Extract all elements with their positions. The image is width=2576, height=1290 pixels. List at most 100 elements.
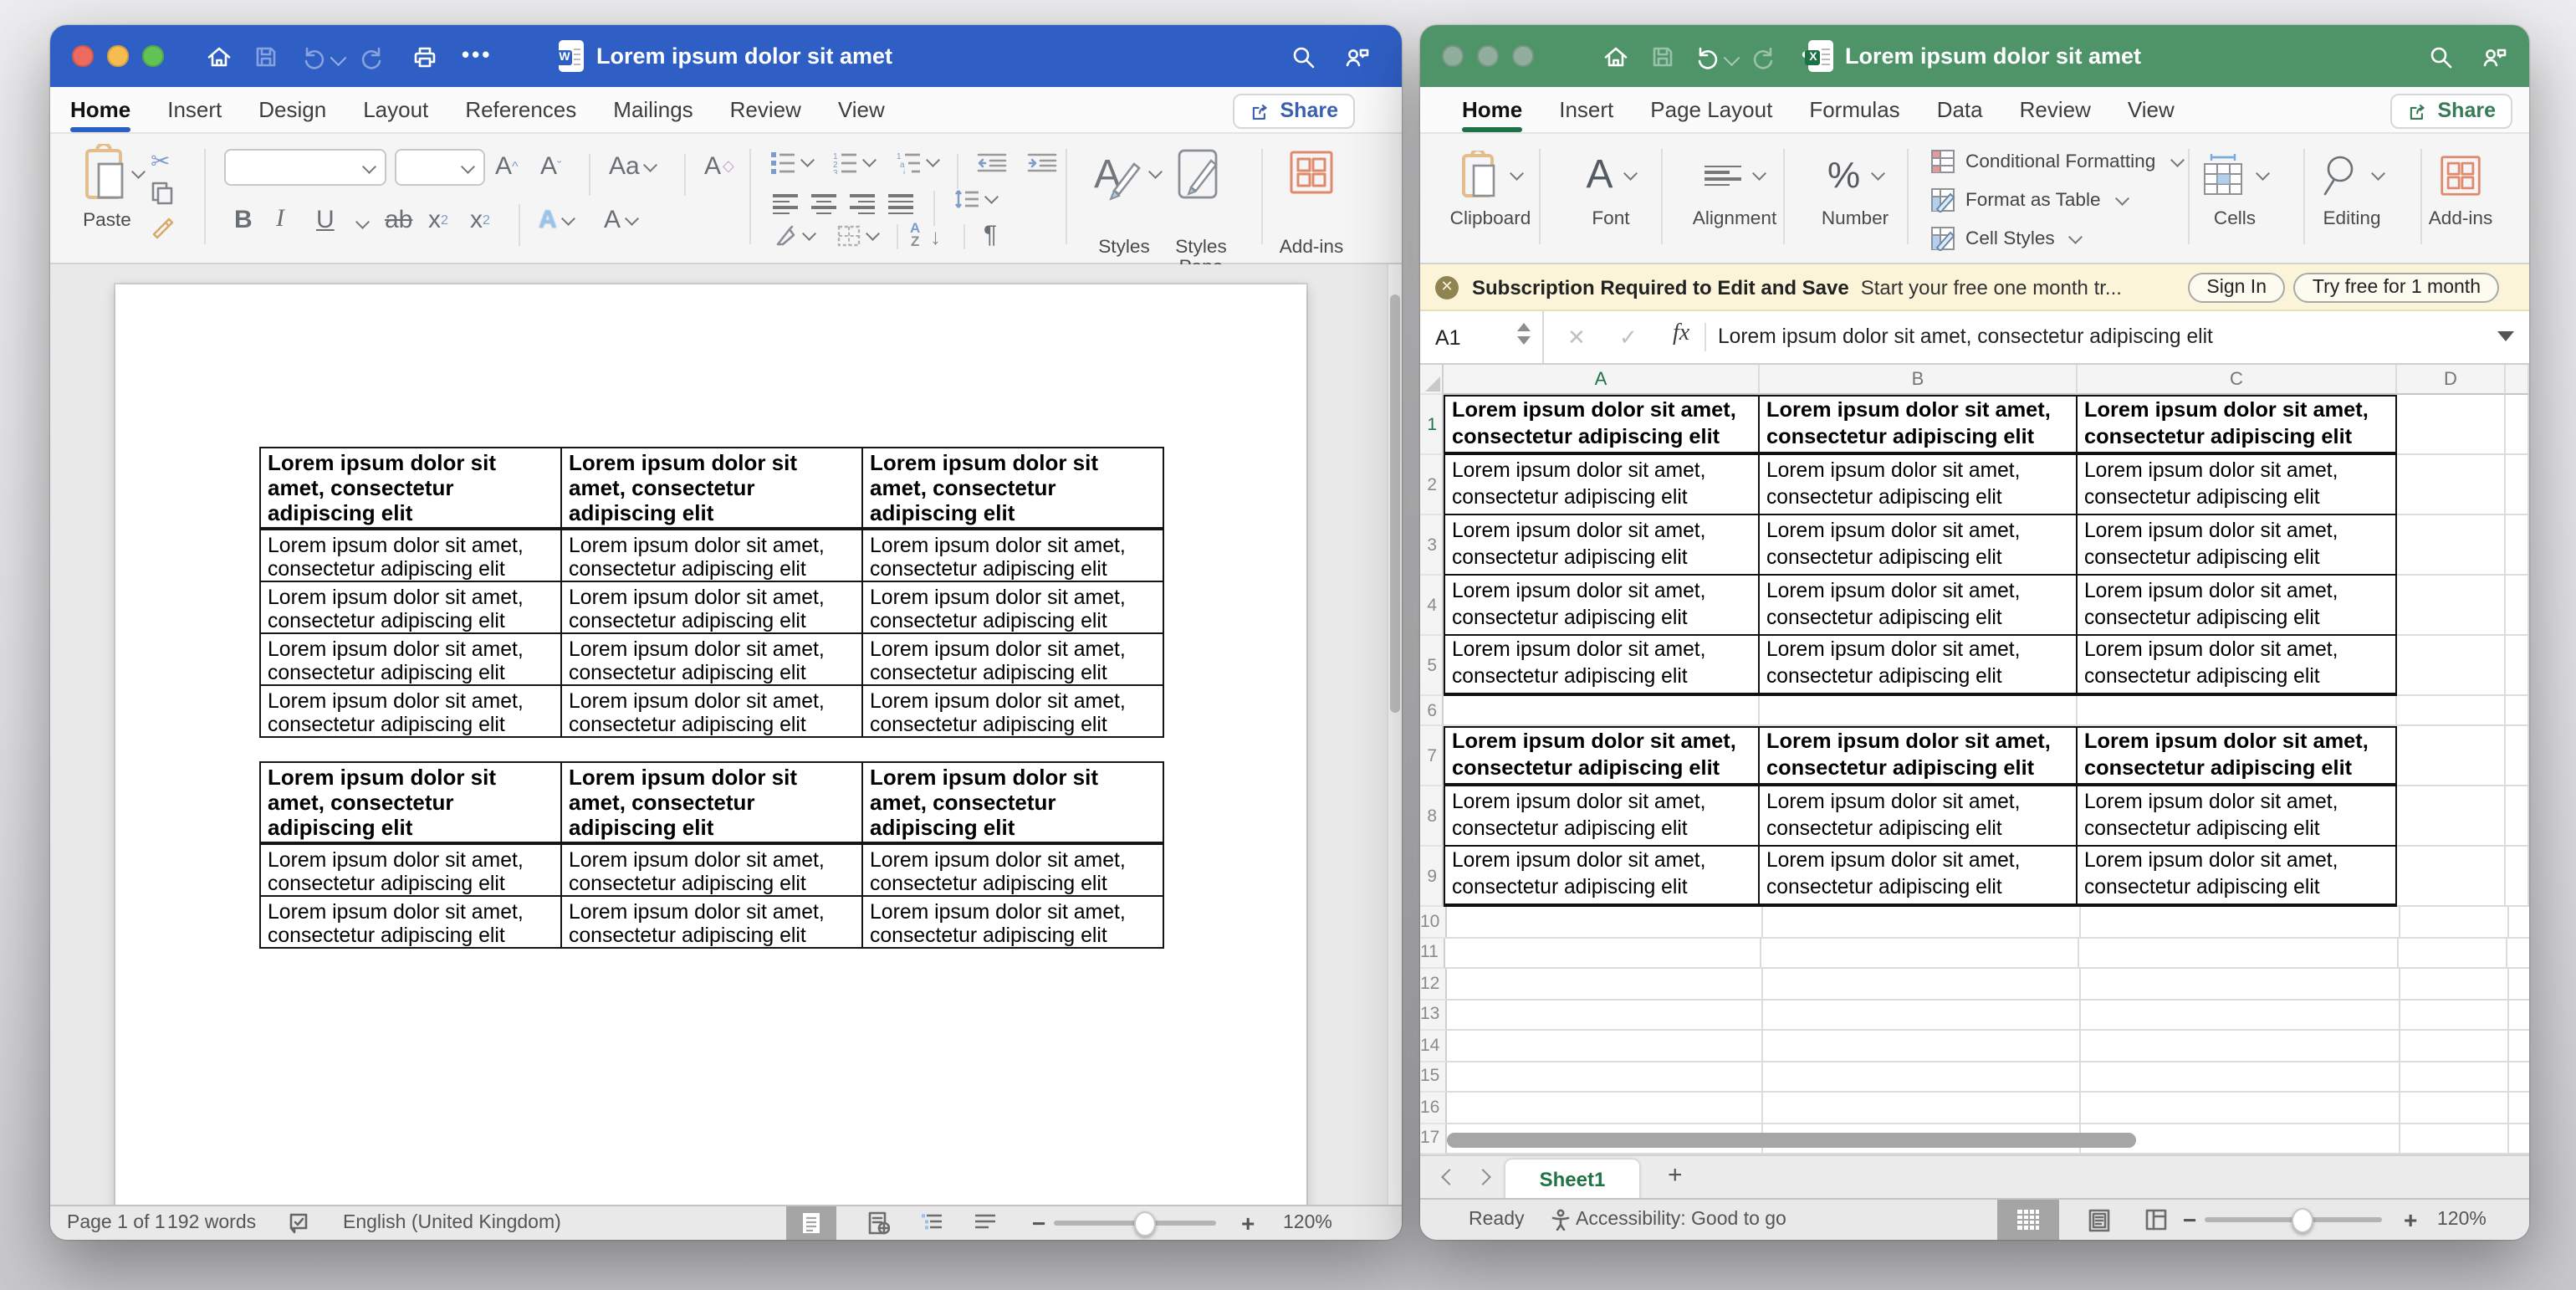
outline-view-button[interactable] — [917, 1206, 947, 1240]
pilcrow-button[interactable]: ¶ — [984, 221, 997, 249]
row-header-4[interactable]: 4 — [1420, 576, 1444, 636]
shading-button[interactable] — [773, 224, 814, 248]
formula-bar-expand-icon[interactable] — [2497, 331, 2514, 341]
cell-E8[interactable] — [2506, 786, 2529, 847]
word-table-cell[interactable]: Lorem ipsum dolor sit amet,consectetur a… — [862, 633, 1163, 685]
print-layout-view-button[interactable] — [786, 1206, 836, 1240]
column-header-c[interactable]: C — [2078, 365, 2397, 395]
superscript-button[interactable]: x2 — [470, 206, 490, 234]
excel-zoom-slider[interactable] — [2205, 1217, 2382, 1222]
excel-zoom-percent[interactable]: 120% — [2437, 1210, 2487, 1230]
text-effects-button[interactable]: A — [539, 206, 573, 234]
cell-B13[interactable] — [1762, 1000, 2080, 1031]
cell-B4[interactable]: Lorem ipsum dolor sit amet,consectetur a… — [1760, 576, 2078, 636]
word-zoom-slider[interactable] — [1054, 1221, 1216, 1226]
clipboard-group-button[interactable]: Clipboard — [1442, 146, 1539, 229]
word-table-cell[interactable]: Lorem ipsum dolor sit amet,consectetur a… — [862, 581, 1163, 633]
excel-zoom-in-button[interactable]: + — [2404, 1208, 2417, 1231]
cell-D8[interactable] — [2397, 786, 2506, 847]
row-header-7[interactable]: 7 — [1420, 726, 1444, 786]
word-tab-review[interactable]: Review — [730, 86, 801, 133]
cell-D11[interactable] — [2399, 938, 2507, 969]
word-table-cell[interactable]: Lorem ipsum dolor sit amet,consectetur a… — [260, 686, 561, 738]
cell-B16[interactable] — [1762, 1093, 2080, 1124]
column-header-partial[interactable] — [2506, 365, 2529, 395]
cell-D14[interactable] — [2400, 1031, 2508, 1062]
spellcheck-icon[interactable] — [288, 1212, 309, 1234]
change-case-button[interactable]: Aa — [609, 152, 656, 181]
word-table-cell[interactable]: Lorem ipsum dolor sit amet,consectetur a… — [862, 528, 1163, 581]
word-table-cell[interactable]: Lorem ipsum dolor sit amet,consectetur a… — [260, 633, 561, 685]
excel-horizontal-scrollbar[interactable] — [1447, 1133, 2136, 1148]
banner-close-icon[interactable]: ✕ — [1435, 275, 1459, 299]
cell-C13[interactable] — [2080, 1000, 2400, 1031]
word-table-cell[interactable]: Lorem ipsum dolor sit amet,consectetur a… — [561, 581, 862, 633]
cell-B12[interactable] — [1762, 969, 2080, 1000]
close-window-button[interactable] — [72, 45, 93, 66]
cell-C7[interactable]: Lorem ipsum dolor sit amet,consectetur a… — [2078, 726, 2397, 786]
cell-E4[interactable] — [2506, 576, 2529, 636]
excel-addins-button[interactable]: Add-ins — [2412, 146, 2509, 229]
row-header-6[interactable]: 6 — [1420, 696, 1444, 726]
excel-share-button[interactable]: Share — [2391, 93, 2513, 128]
cell-C4[interactable]: Lorem ipsum dolor sit amet,consectetur a… — [2078, 576, 2397, 636]
justify-button[interactable] — [888, 191, 913, 218]
word-tab-references[interactable]: References — [465, 86, 576, 133]
name-box-spinner[interactable] — [1517, 323, 1531, 345]
cell-B1[interactable]: Lorem ipsum dolor sit amet,consectetur a… — [1760, 395, 2078, 455]
shrink-font-button[interactable]: Aˇ — [540, 152, 561, 181]
row-header-10[interactable]: 10 — [1420, 907, 1446, 938]
cell-C12[interactable] — [2080, 969, 2400, 1000]
cell-C8[interactable]: Lorem ipsum dolor sit amet,consectetur a… — [2078, 786, 2397, 847]
excel-tab-insert[interactable]: Insert — [1559, 86, 1613, 133]
copy-icon[interactable] — [151, 181, 174, 206]
cell-D2[interactable] — [2397, 455, 2506, 515]
cell-C14[interactable] — [2080, 1031, 2400, 1062]
row-header-5[interactable]: 5 — [1420, 636, 1444, 696]
word-table-cell[interactable]: Lorem ipsum dolor sit amet,consectetur a… — [561, 686, 862, 738]
excel-tab-home[interactable]: Home — [1462, 86, 1522, 133]
bullets-button[interactable] — [769, 151, 812, 174]
word-word-count[interactable]: 192 words — [167, 1213, 256, 1233]
borders-button[interactable] — [836, 224, 877, 248]
people-share-icon[interactable] — [1342, 42, 1370, 70]
cell-E16[interactable] — [2508, 1093, 2529, 1124]
cell-A5[interactable]: Lorem ipsum dolor sit amet,consectetur a… — [1444, 636, 1760, 696]
cell-B2[interactable]: Lorem ipsum dolor sit amet,consectetur a… — [1760, 455, 2078, 515]
row-header-14[interactable]: 14 — [1420, 1031, 1446, 1062]
word-page[interactable]: Lorem ipsum dolor sitamet, consecteturad… — [115, 284, 1306, 1205]
cell-C11[interactable] — [2079, 938, 2399, 969]
word-share-button[interactable]: Share — [1234, 93, 1356, 128]
cell-A9[interactable]: Lorem ipsum dolor sit amet,consectetur a… — [1444, 847, 1760, 907]
cell-E11[interactable] — [2507, 938, 2529, 969]
bold-button[interactable]: B — [234, 206, 253, 234]
excel-tab-page-layout[interactable]: Page Layout — [1650, 86, 1772, 133]
cut-icon[interactable]: ✂ — [151, 147, 170, 176]
cell-E1[interactable] — [2506, 395, 2529, 455]
cell-E10[interactable] — [2508, 907, 2529, 938]
column-header-d[interactable]: D — [2397, 365, 2506, 395]
word-table-cell[interactable]: Lorem ipsum dolor sitamet, consecteturad… — [561, 448, 862, 528]
cell-D6[interactable] — [2397, 696, 2506, 726]
enter-icon[interactable]: ✓ — [1619, 325, 1638, 351]
cell-A10[interactable] — [1446, 907, 1762, 938]
cell-C9[interactable]: Lorem ipsum dolor sit amet,consectetur a… — [2078, 847, 2397, 907]
align-right-button[interactable] — [850, 191, 875, 218]
excel-tab-data[interactable]: Data — [1937, 86, 1983, 133]
cell-styles-button[interactable]: Cell Styles — [1930, 226, 2081, 251]
sheet-tab-sheet1[interactable]: Sheet1 — [1505, 1159, 1639, 1200]
cell-B10[interactable] — [1762, 907, 2080, 938]
select-all-corner[interactable] — [1420, 365, 1444, 395]
minimize-window-button[interactable] — [1477, 45, 1498, 66]
word-vertical-scrollbar[interactable] — [1387, 264, 1402, 1205]
cell-D5[interactable] — [2397, 636, 2506, 696]
search-icon[interactable] — [1288, 42, 1316, 70]
try-free-button[interactable]: Try free for 1 month — [2294, 273, 2499, 303]
font-size-combobox[interactable] — [395, 149, 485, 186]
cell-B3[interactable]: Lorem ipsum dolor sit amet,consectetur a… — [1760, 515, 2078, 576]
cell-B8[interactable]: Lorem ipsum dolor sit amet,consectetur a… — [1760, 786, 2078, 847]
spinner-down-icon[interactable] — [1517, 336, 1531, 345]
word-table-cell[interactable]: Lorem ipsum dolor sit amet,consectetur a… — [561, 633, 862, 685]
cell-A7[interactable]: Lorem ipsum dolor sit amet,consectetur a… — [1444, 726, 1760, 786]
cell-D7[interactable] — [2397, 726, 2506, 786]
